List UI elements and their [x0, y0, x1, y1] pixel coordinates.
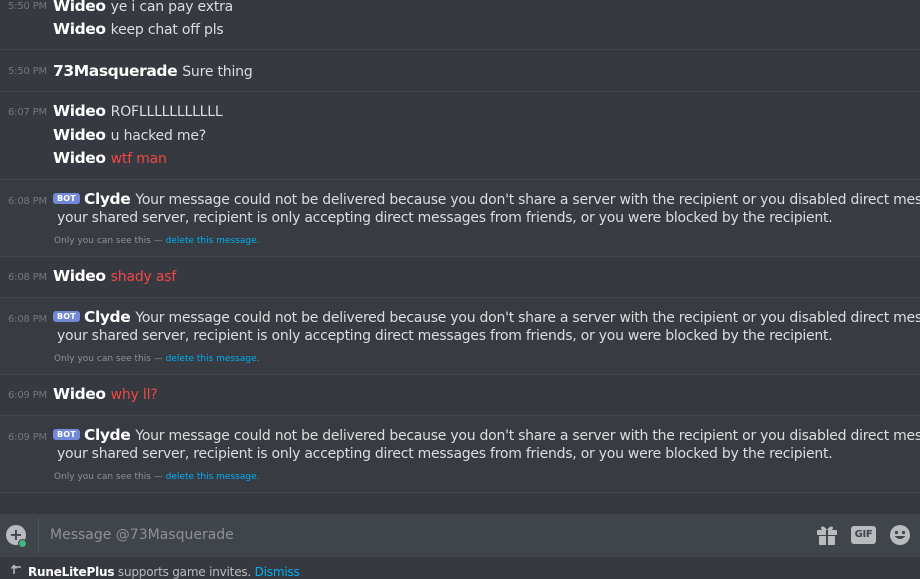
message-text-error: why ll?: [110, 387, 158, 403]
delete-message-link[interactable]: delete this message.: [166, 472, 260, 482]
message-group: 5:50 PM Wideo ye i can pay extra Wideo kee…: [0, 0, 920, 49]
message-line: BOT Clyde Your message could not be delive…: [53, 308, 920, 326]
message-author[interactable]: Wideo: [53, 385, 106, 403]
ephemeral-note: Only you can see this — delete this mess…: [54, 236, 259, 246]
emoji-icon[interactable]: [889, 524, 911, 546]
ephemeral-note-text: Only you can see this —: [54, 354, 166, 364]
notice-body: supports game invites.: [114, 565, 255, 579]
game-invite-notice: RuneLitePlus supports game invites. Dism…: [0, 557, 920, 579]
notice-text: RuneLitePlus supports game invites. Dism…: [28, 565, 300, 579]
dismiss-link[interactable]: Dismiss: [255, 565, 300, 579]
gift-icon[interactable]: [816, 525, 838, 545]
message-line: 73Masquerade Sure thing: [53, 62, 910, 80]
message-author[interactable]: Wideo: [53, 267, 106, 285]
message-line: BOT Clyde Your message could not be delive…: [53, 190, 920, 208]
message-group: 6:09 PM Wideo why ll?: [0, 374, 920, 415]
message-input[interactable]: [50, 524, 750, 546]
clyde-message-group: 6:08 PM BOT Clyde Your message could not b…: [0, 297, 920, 374]
message-author[interactable]: Wideo: [53, 20, 106, 38]
message-text: keep chat off pls: [110, 22, 224, 38]
bot-badge: BOT: [53, 193, 80, 204]
message-text: Your message could not be delivered beca…: [135, 192, 920, 208]
delete-message-link[interactable]: delete this message.: [166, 236, 260, 246]
message-line: Wideo keep chat off pls: [53, 20, 910, 38]
message-author[interactable]: Clyde: [84, 190, 131, 208]
ephemeral-note: Only you can see this — delete this mess…: [54, 472, 259, 482]
message-text-error: shady asf: [110, 269, 177, 285]
bot-badge: BOT: [53, 311, 80, 322]
composer-divider: [38, 518, 39, 553]
message-timestamp: 6:09 PM: [8, 432, 47, 443]
message-composer: + GIF: [0, 514, 920, 557]
message-author[interactable]: Wideo: [53, 102, 106, 120]
message-line: Wideo ROFLLLLLLLLLLL: [53, 102, 910, 120]
message-line: Wideo why ll?: [53, 385, 910, 403]
ephemeral-note: Only you can see this — delete this mess…: [54, 354, 259, 364]
ephemeral-note-text: Only you can see this —: [54, 236, 166, 246]
message-line: Wideo wtf man: [53, 149, 910, 167]
message-author[interactable]: Wideo: [53, 0, 106, 15]
message-text: Your message could not be delivered beca…: [135, 428, 920, 444]
message-text: ye i can pay extra: [110, 0, 234, 15]
message-author[interactable]: Clyde: [84, 426, 131, 444]
gif-icon[interactable]: GIF: [851, 526, 876, 544]
message-timestamp: 6:08 PM: [8, 272, 47, 283]
message-group: 5:50 PM 73Masquerade Sure thing: [0, 49, 920, 91]
message-author[interactable]: 73Masquerade: [53, 62, 178, 80]
message-timestamp: 6:09 PM: [8, 390, 47, 401]
message-line: Wideo ye i can pay extra: [53, 0, 910, 15]
message-text-continued: your shared server, recipient is only ac…: [57, 328, 833, 344]
message-timestamp: 6:07 PM: [8, 107, 47, 118]
message-text: ROFLLLLLLLLLLL: [110, 104, 223, 120]
message-timestamp: 5:50 PM: [8, 1, 47, 12]
message-timestamp: 6:08 PM: [8, 314, 47, 325]
message-author[interactable]: Wideo: [53, 126, 106, 144]
message-group: 6:08 PM Wideo shady asf: [0, 256, 920, 297]
message-group: 6:07 PM Wideo ROFLLLLLLLLLLL Wideo u hacke…: [0, 91, 920, 179]
message-text-continued: your shared server, recipient is only ac…: [57, 210, 833, 226]
message-line: BOT Clyde Your message could not be delive…: [53, 426, 920, 444]
clyde-message-group: 6:08 PM BOT Clyde Your message could not b…: [0, 179, 920, 256]
message-timestamp: 6:08 PM: [8, 196, 47, 207]
message-author[interactable]: Clyde: [84, 308, 131, 326]
bot-badge: BOT: [53, 429, 80, 440]
message-line: Wideo u hacked me?: [53, 126, 910, 144]
notice-app-name: RuneLitePlus: [28, 565, 115, 579]
status-dot: [18, 539, 27, 548]
message-author[interactable]: Wideo: [53, 149, 106, 167]
message-text: Your message could not be delivered beca…: [135, 310, 920, 326]
ephemeral-note-text: Only you can see this —: [54, 472, 166, 482]
clyde-message-group: 6:09 PM BOT Clyde Your message could not b…: [0, 415, 920, 493]
message-line: Wideo shady asf: [53, 267, 910, 285]
message-timestamp: 5:50 PM: [8, 66, 47, 77]
delete-message-link[interactable]: delete this message.: [166, 354, 260, 364]
message-text: u hacked me?: [110, 128, 207, 144]
return-arrow-icon: [11, 564, 21, 574]
message-text: Sure thing: [182, 64, 253, 80]
message-text-error: wtf man: [110, 151, 167, 167]
message-text-continued: your shared server, recipient is only ac…: [57, 446, 833, 462]
message-list[interactable]: 5:50 PM Wideo ye i can pay extra Wideo kee…: [0, 0, 920, 514]
